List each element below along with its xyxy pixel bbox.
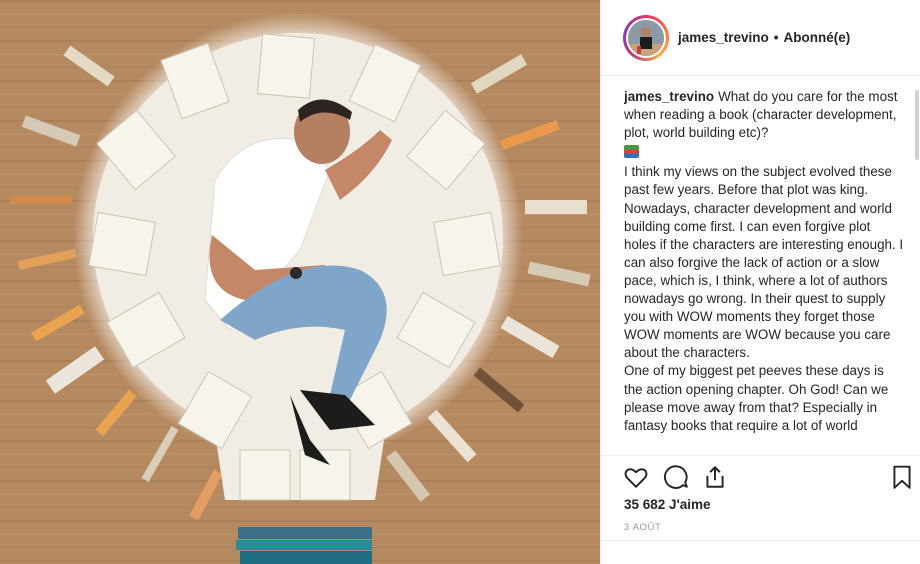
- save-button[interactable]: [889, 464, 915, 490]
- divider: [601, 540, 920, 541]
- post-caption: james_trevino What do you care for the mo…: [624, 88, 906, 448]
- likes-count[interactable]: 35 682 J'aime: [624, 497, 711, 512]
- bookmark-icon: [893, 465, 911, 489]
- avatar-image: [628, 19, 664, 56]
- header-username[interactable]: james_trevino: [678, 30, 769, 45]
- caption-emoji-line: [624, 142, 906, 163]
- comment-icon: [663, 465, 688, 489]
- share-icon: [706, 466, 724, 488]
- caption-paragraph-1: I think my views on the subject evolved …: [624, 164, 904, 361]
- caption-scrollbar[interactable]: [915, 90, 919, 160]
- post-photo[interactable]: [0, 0, 600, 564]
- post-date[interactable]: 3 AOÛT: [624, 522, 661, 533]
- header-user-info: james_trevino • Abonné(e): [678, 30, 850, 45]
- avatar[interactable]: [626, 17, 666, 58]
- follow-status-button[interactable]: Abonné(e): [784, 30, 851, 45]
- avatar-story-ring[interactable]: [623, 14, 669, 61]
- books-emoji-icon: [624, 145, 639, 159]
- share-button[interactable]: [702, 464, 728, 490]
- post-details-pane: james_trevino • Abonné(e) james_trevino W…: [600, 0, 920, 564]
- comment-button[interactable]: [663, 464, 689, 490]
- caption-username[interactable]: james_trevino: [624, 89, 714, 104]
- post-header: james_trevino • Abonné(e): [601, 0, 920, 76]
- like-button[interactable]: [623, 464, 649, 490]
- caption-paragraph-2: One of my biggest pet peeves these days …: [624, 363, 889, 433]
- photo-illustration: [0, 0, 600, 564]
- header-separator: •: [773, 30, 779, 45]
- post-actions-bar: [601, 455, 920, 497]
- heart-icon: [624, 468, 648, 488]
- caption-question: james_trevino What do you care for the mo…: [624, 88, 906, 142]
